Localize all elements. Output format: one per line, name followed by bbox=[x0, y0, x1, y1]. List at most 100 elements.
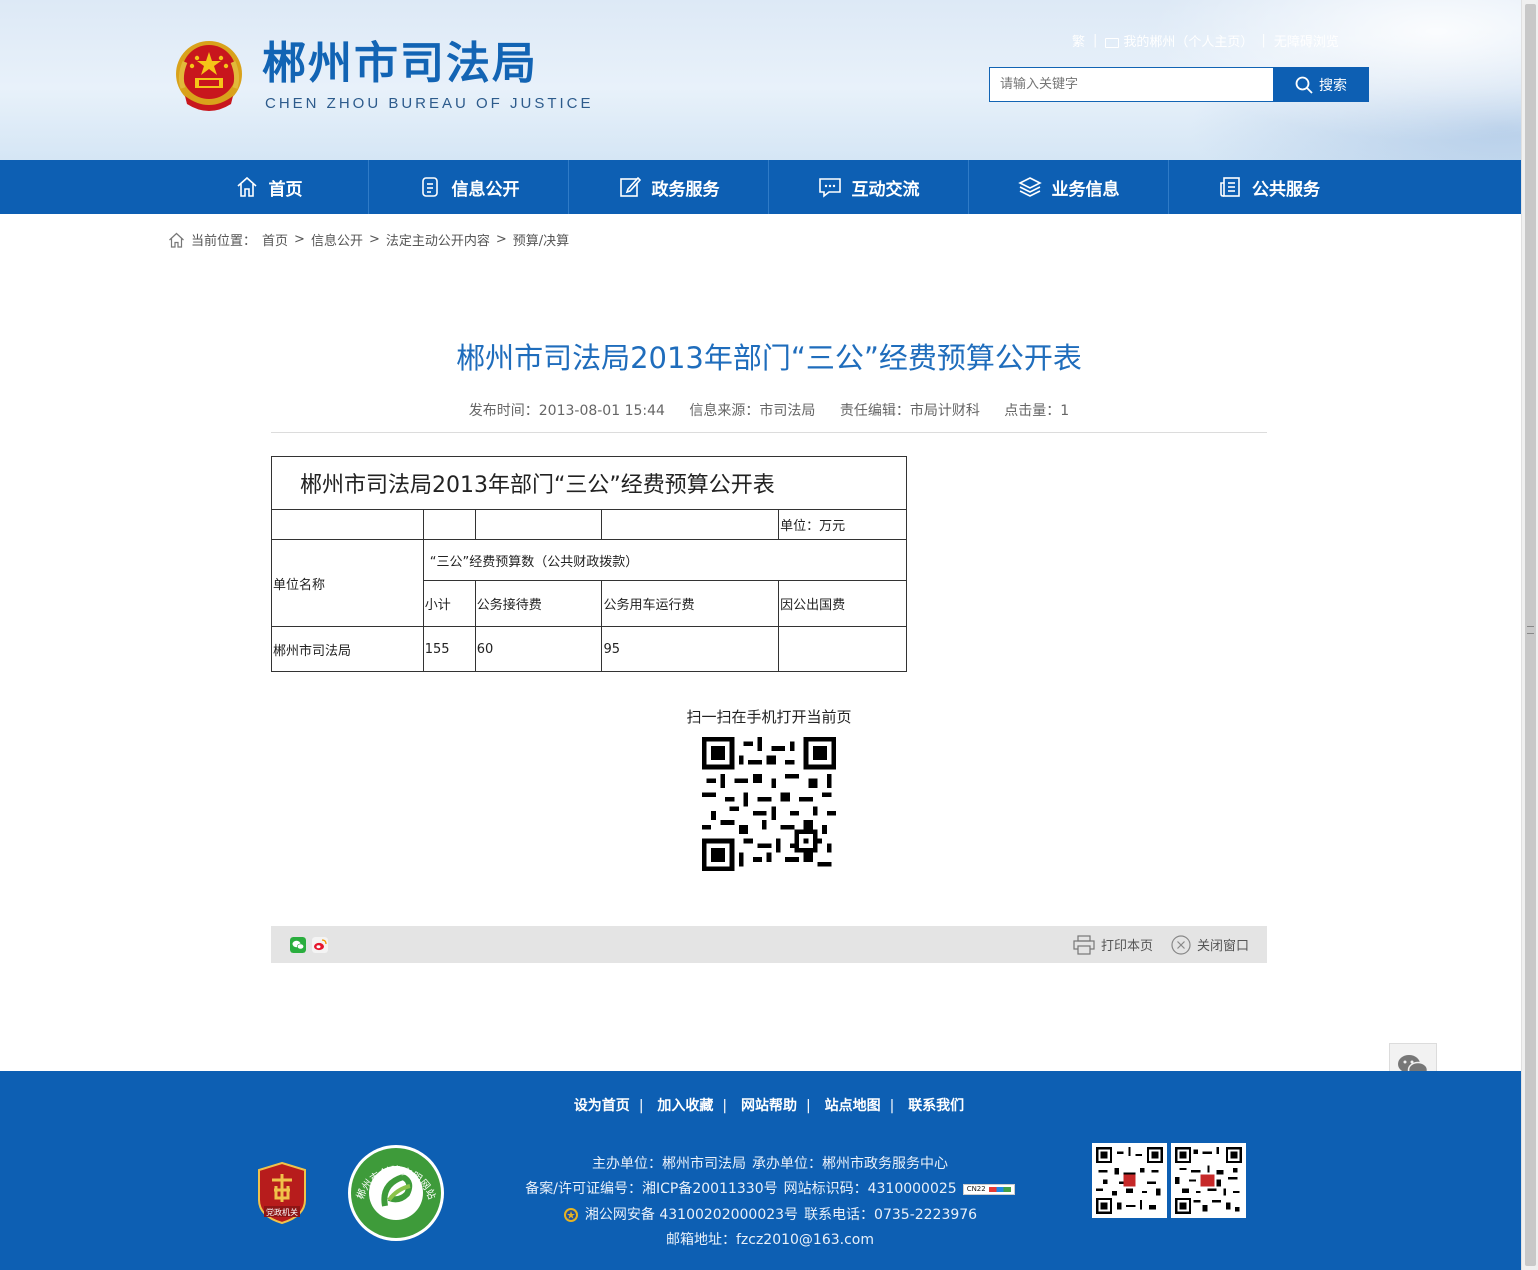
group-header: “三公”经费预算数（公共财政拨款） bbox=[422, 539, 908, 581]
scrollbar-grip bbox=[1527, 626, 1534, 634]
table-title: 郴州市司法局2013年部门“三公”经费预算公开表 bbox=[271, 456, 907, 510]
my-chenzhou-label: 我的郴州（个人主页） bbox=[1123, 35, 1254, 50]
icp-text[interactable]: 备案/许可证编号：湘ICP备20011330号 bbox=[525, 1176, 777, 1202]
nav-item-interaction[interactable]: 互动交流 bbox=[769, 160, 969, 214]
tool-actions: 打印本页 关闭窗口 bbox=[1073, 926, 1249, 963]
breadcrumb-info-disclosure[interactable]: 信息公开 bbox=[311, 230, 363, 249]
print-button[interactable]: 打印本页 bbox=[1073, 934, 1153, 955]
site-header: 郴州市司法局 CHEN ZHOU BUREAU OF JUSTICE 繁 | 我… bbox=[0, 0, 1521, 160]
home-icon bbox=[236, 176, 257, 197]
chat-icon bbox=[818, 178, 841, 198]
search-icon bbox=[1295, 76, 1313, 94]
newspaper-icon bbox=[1220, 177, 1240, 197]
table-cell bbox=[474, 509, 603, 540]
weibo-share-icon[interactable] bbox=[312, 937, 328, 953]
table-cell bbox=[601, 509, 780, 540]
breadcrumb-separator: > bbox=[368, 232, 380, 247]
police-record-text[interactable]: 湘公网安备 43100202000023号 bbox=[585, 1202, 798, 1228]
cn22-badge-label: CN22 bbox=[966, 1185, 986, 1194]
row-value: 60 bbox=[474, 626, 603, 672]
breadcrumb-statutory-content[interactable]: 法定主动公开内容 bbox=[386, 230, 490, 249]
nav-item-business-info[interactable]: 业务信息 bbox=[969, 160, 1169, 214]
table-cell bbox=[422, 509, 476, 540]
footer-link-sitemap[interactable]: 站点地图 bbox=[825, 1098, 881, 1114]
organizer-text: 承办单位：郴州市政务服务中心 bbox=[752, 1155, 948, 1172]
civilized-website-badge[interactable]: 郴州市创建文明网站 bbox=[347, 1144, 445, 1242]
site-title[interactable]: 郴州市司法局 bbox=[262, 36, 538, 92]
qr-caption: 扫一扫在手机打开当前页 bbox=[686, 708, 852, 726]
footer-link-set-homepage[interactable]: 设为首页 bbox=[574, 1098, 630, 1114]
column-header: 小计 bbox=[422, 580, 476, 627]
phone-text: 联系电话：0735-2223976 bbox=[804, 1206, 978, 1223]
breadcrumb-prefix: 当前位置： bbox=[191, 234, 257, 249]
document-icon bbox=[421, 177, 438, 197]
email-text: 邮箱地址：fzcz2010@163.com bbox=[665, 1232, 875, 1249]
close-window-button[interactable]: 关闭窗口 bbox=[1171, 934, 1249, 955]
scrollbar[interactable] bbox=[1521, 0, 1538, 1270]
table-row: 郴州市司法局 155 60 95 bbox=[271, 626, 907, 672]
party-gov-badge[interactable]: 党政机关 bbox=[257, 1162, 307, 1224]
monitor-icon bbox=[1105, 37, 1120, 48]
printer-icon bbox=[1073, 934, 1095, 955]
breadcrumb-separator: > bbox=[495, 232, 507, 247]
nav-item-public-services[interactable]: 公共服务 bbox=[1169, 160, 1369, 214]
home-icon bbox=[169, 232, 184, 248]
main-nav: 首页 信息公开 政务服务 互动交流 业务信息 公共服务 bbox=[0, 160, 1521, 214]
breadcrumb: 当前位置： 首页 > 信息公开 > 法定主动公开内容 > 预算/决算 bbox=[168, 230, 569, 249]
footer-info: 主办单位：郴州市司法局 承办单位：郴州市政务服务中心 备案/许可证编号：湘ICP… bbox=[470, 1151, 1070, 1253]
party-badge-text: 党政机关 bbox=[266, 1207, 298, 1217]
info-source: 信息来源：市司法局 bbox=[689, 403, 816, 419]
nav-item-label: 互动交流 bbox=[851, 179, 920, 200]
accessibility-link[interactable]: 无障碍浏览 bbox=[1274, 31, 1339, 50]
breadcrumb-budget[interactable]: 预算/决算 bbox=[513, 230, 569, 249]
footer-qr-code-2 bbox=[1171, 1143, 1246, 1218]
nav-item-label: 政务服务 bbox=[651, 179, 720, 200]
site-subtitle: CHEN ZHOU BUREAU OF JUSTICE bbox=[265, 95, 594, 112]
footer-link-contact[interactable]: 联系我们 bbox=[908, 1098, 964, 1114]
search-button-label: 搜索 bbox=[1319, 77, 1347, 94]
scrollbar-thumb[interactable] bbox=[1525, 4, 1536, 1266]
footer-qr-code-1 bbox=[1092, 1143, 1167, 1218]
title-divider bbox=[271, 432, 1267, 433]
row-value: 155 bbox=[422, 626, 476, 672]
national-emblem-icon bbox=[176, 41, 242, 111]
wechat-share-icon[interactable] bbox=[290, 937, 306, 953]
nav-item-gov-services[interactable]: 政务服务 bbox=[569, 160, 769, 214]
edit-icon bbox=[619, 176, 641, 197]
layers-icon bbox=[1017, 177, 1042, 197]
divider: | bbox=[889, 1098, 895, 1114]
article-toolbar: 打印本页 关闭窗口 bbox=[271, 926, 1267, 963]
row-name: 郴州市司法局 bbox=[271, 626, 424, 672]
site-code-text: 网站标识码：4310000025 bbox=[783, 1181, 957, 1198]
my-chenzhou-link[interactable]: 我的郴州（个人主页） bbox=[1105, 31, 1253, 50]
nav-item-info-disclosure[interactable]: 信息公开 bbox=[369, 160, 569, 214]
divider: | bbox=[638, 1098, 644, 1114]
cn22-badge[interactable]: CN22 bbox=[962, 1183, 1015, 1195]
site-footer: 设为首页 | 加入收藏 | 网站帮助 | 站点地图 | 联系我们 主办单位：郴州市司法局… bbox=[0, 1071, 1521, 1270]
nav-item-label: 首页 bbox=[268, 179, 303, 200]
search-input[interactable] bbox=[989, 67, 1274, 102]
top-links: 繁 | 我的郴州（个人主页） | 无障碍浏览 bbox=[1072, 31, 1339, 50]
close-icon bbox=[1171, 934, 1191, 955]
article-title: 郴州市司法局2013年部门“三公”经费预算公开表 bbox=[456, 341, 1082, 375]
row-value bbox=[778, 626, 907, 672]
police-badge-icon bbox=[563, 1207, 578, 1222]
column-header: 因公出国费 bbox=[778, 580, 907, 627]
print-label: 打印本页 bbox=[1100, 939, 1153, 954]
breadcrumb-home[interactable]: 首页 bbox=[262, 230, 288, 249]
row-value: 95 bbox=[601, 626, 780, 672]
footer-link-help[interactable]: 网站帮助 bbox=[741, 1098, 797, 1114]
publish-time: 发布时间：2013-08-01 15:44 bbox=[468, 403, 665, 419]
traditional-chinese-link[interactable]: 繁 bbox=[1072, 31, 1085, 50]
divider: | bbox=[806, 1098, 811, 1114]
footer-link-bookmark[interactable]: 加入收藏 bbox=[657, 1098, 713, 1114]
article-meta: 发布时间：2013-08-01 15:44 信息来源：市司法局 责任编辑：市局计… bbox=[271, 400, 1267, 420]
nav-item-label: 业务信息 bbox=[1051, 179, 1120, 200]
table-cell bbox=[271, 509, 424, 540]
divider: | bbox=[1261, 33, 1266, 48]
column-header: 公务接待费 bbox=[474, 580, 603, 627]
nav-item-home[interactable]: 首页 bbox=[169, 160, 369, 214]
budget-table: 郴州市司法局2013年部门“三公”经费预算公开表 单位：万元 单位名称 “三公”… bbox=[271, 456, 908, 672]
search-button[interactable]: 搜索 bbox=[1273, 67, 1369, 102]
nav-item-label: 信息公开 bbox=[451, 179, 520, 200]
